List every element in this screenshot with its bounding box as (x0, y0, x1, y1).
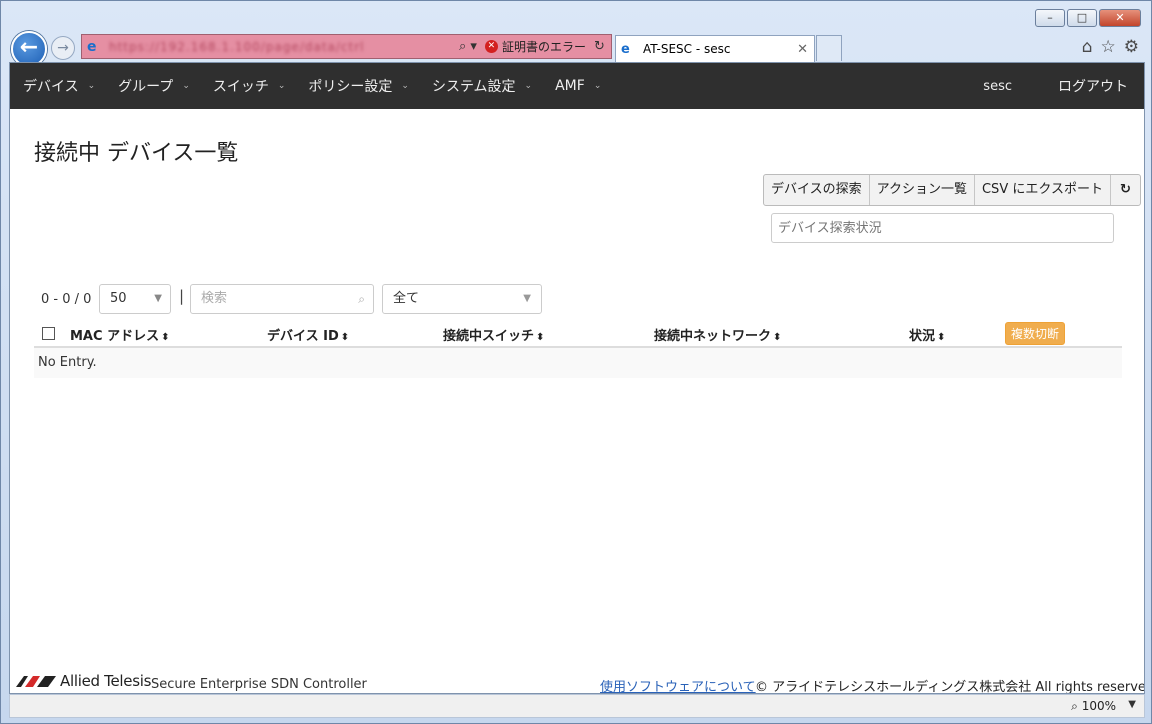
pagination-range: 0 - 0 / 0 (41, 292, 92, 307)
maximize-button[interactable]: □ (1067, 9, 1097, 27)
copyright-text: © アライドテレシスホールディングス株式会社 All rights reserv… (755, 680, 1145, 694)
nav-item-groups[interactable]: グループ ⌄ (105, 76, 200, 96)
col-network[interactable]: 接続中ネットワーク ⬍ (654, 325, 781, 344)
url-text[interactable]: https://192.168.1.100/page/data/ctrl (109, 40, 449, 54)
new-tab-button[interactable] (816, 35, 842, 61)
close-window-button[interactable]: ✕ (1099, 9, 1141, 27)
chevron-down-icon: ▼ (523, 293, 531, 304)
table-header: MAC アドレス ⬍ デバイス ID ⬍ 接続中スイッチ ⬍ 接続中ネットワーク ⬍ 状… (34, 319, 1122, 348)
favorites-star-icon[interactable]: ☆ (1101, 37, 1116, 57)
status-filter-select[interactable]: 全て ▼ (382, 284, 542, 314)
nav-item-switches[interactable]: スイッチ ⌄ (200, 76, 296, 96)
chevron-down-icon: ⌄ (593, 81, 602, 91)
home-icon[interactable]: ⌂ (1082, 37, 1093, 57)
sort-icon: ⬍ (773, 332, 782, 343)
refresh-icon[interactable]: ↻ (594, 39, 605, 54)
nav-user[interactable]: sesc (983, 79, 1012, 94)
nav-label: システム設定 (431, 79, 516, 95)
device-table: MAC アドレス ⬍ デバイス ID ⬍ 接続中スイッチ ⬍ 接続中ネットワーク ⬍ 状… (34, 319, 1122, 378)
brand-name: Allied Telesis (60, 672, 152, 690)
col-device-id[interactable]: デバイス ID ⬍ (267, 325, 349, 344)
search-placeholder: 検索 (201, 291, 228, 306)
tab-close-icon[interactable]: ✕ (797, 42, 808, 57)
product-name: Secure Enterprise SDN Controller (151, 677, 367, 692)
nav-item-system[interactable]: システム設定 ⌄ (419, 76, 542, 96)
ie-icon: e (621, 41, 630, 57)
reload-icon[interactable]: ↻ (1111, 175, 1140, 205)
select-all-checkbox[interactable] (42, 327, 55, 340)
browser-tab[interactable]: e AT-SESC - sesc ✕ (615, 35, 815, 62)
minimize-button[interactable]: – (1035, 9, 1065, 27)
col-mac[interactable]: MAC アドレス ⬍ (70, 325, 169, 344)
action-button-group: デバイスの探索 アクション一覧 CSV にエクスポート ↻ (763, 174, 1141, 206)
chevron-down-icon: ⌄ (87, 81, 96, 91)
top-navbar: デバイス ⌄ グループ ⌄ スイッチ ⌄ ポリシー設定 ⌄ システム設定 ⌄ AMF ⌄ s… (10, 63, 1144, 109)
chevron-down-icon: ⌄ (277, 81, 286, 91)
cert-error-label[interactable]: 証明書のエラー (502, 38, 586, 55)
col-label: MAC アドレス (70, 329, 160, 344)
chevron-down-icon: ⌄ (524, 81, 533, 91)
col-status[interactable]: 状況 ⬍ (909, 325, 945, 344)
nav-label: AMF (555, 78, 585, 94)
address-bar[interactable]: e https://192.168.1.100/page/data/ctrl ⌕… (81, 34, 612, 59)
software-info-link[interactable]: 使用ソフトウェアについて (600, 676, 756, 693)
logout-link[interactable]: ログアウト (1058, 76, 1128, 96)
sort-icon: ⬍ (536, 332, 545, 343)
filter-value: 全て (393, 291, 420, 306)
chevron-down-icon[interactable]: ▼ (1128, 699, 1136, 710)
discovery-status-field[interactable] (771, 213, 1114, 243)
allied-telesis-logo: Allied Telesis (16, 672, 151, 690)
tab-title: AT-SESC - sesc (643, 42, 731, 56)
search-icon[interactable]: ⌕ ▾ (459, 39, 477, 54)
zoom-value: 100% (1081, 699, 1116, 713)
nav-item-devices[interactable]: デバイス ⌄ (10, 76, 105, 96)
status-bar: ⌕ 100% ▼ (9, 694, 1145, 718)
action-list-button[interactable]: アクション一覧 (870, 175, 975, 205)
page-footer: Allied Telesis Secure Enterprise SDN Con… (10, 665, 1145, 694)
chevron-down-icon: ▼ (154, 293, 162, 304)
table-row: No Entry. (34, 348, 1122, 378)
search-icon: ⌕ (358, 292, 365, 306)
col-label: デバイス ID (267, 329, 339, 344)
chevron-down-icon: ⌄ (401, 81, 409, 91)
gear-icon[interactable]: ⚙ (1124, 37, 1139, 57)
nav-right: sesc ログアウト (983, 63, 1144, 109)
nav-label: グループ (118, 79, 174, 95)
ie-icon: e (87, 38, 97, 55)
sort-icon: ⬍ (161, 332, 170, 343)
nav-label: ポリシー設定 (308, 79, 393, 95)
discover-devices-button[interactable]: デバイスの探索 (764, 175, 870, 205)
col-label: 接続中ネットワーク (654, 329, 772, 344)
col-switch[interactable]: 接続中スイッチ ⬍ (443, 325, 544, 344)
csv-export-button[interactable]: CSV にエクスポート (975, 175, 1111, 205)
sort-icon: ⬍ (937, 332, 946, 343)
logo-mark-icon (16, 676, 56, 687)
forward-button[interactable]: → (51, 36, 75, 60)
page-title: 接続中 デバイス一覧 (34, 141, 239, 166)
page-size-select[interactable]: 50 ▼ (99, 284, 171, 314)
col-label: 接続中スイッチ (443, 329, 535, 344)
window-controls: – □ ✕ (1035, 9, 1141, 27)
chevron-down-icon: ⌄ (182, 81, 190, 91)
cert-error-icon[interactable]: ✕ (484, 40, 498, 53)
col-label: 状況 (909, 329, 936, 344)
search-input[interactable]: 検索 ⌕ (190, 284, 374, 314)
nav-label: デバイス (23, 79, 79, 95)
browser-tools: ⌂ ☆ ⚙ (1082, 37, 1139, 57)
main-content: 接続中 デバイス一覧 デバイスの探索 アクション一覧 CSV にエクスポート ↻… (10, 109, 1145, 694)
zoom-level[interactable]: ⌕ 100% (1071, 699, 1116, 714)
nav-item-policy[interactable]: ポリシー設定 ⌄ (295, 76, 419, 96)
sort-icon: ⬍ (340, 332, 350, 343)
page-size-value: 50 (110, 291, 127, 306)
divider: | (179, 287, 185, 305)
page-viewport: デバイス ⌄ グループ ⌄ スイッチ ⌄ ポリシー設定 ⌄ システム設定 ⌄ AMF ⌄ s… (9, 62, 1145, 694)
browser-window: – □ ✕ ← → e https://192.168.1.100/page/d… (0, 0, 1152, 724)
nav-item-amf[interactable]: AMF ⌄ (542, 78, 611, 94)
bulk-disconnect-button[interactable]: 複数切断 (1005, 322, 1066, 345)
nav-label: スイッチ (212, 79, 269, 95)
